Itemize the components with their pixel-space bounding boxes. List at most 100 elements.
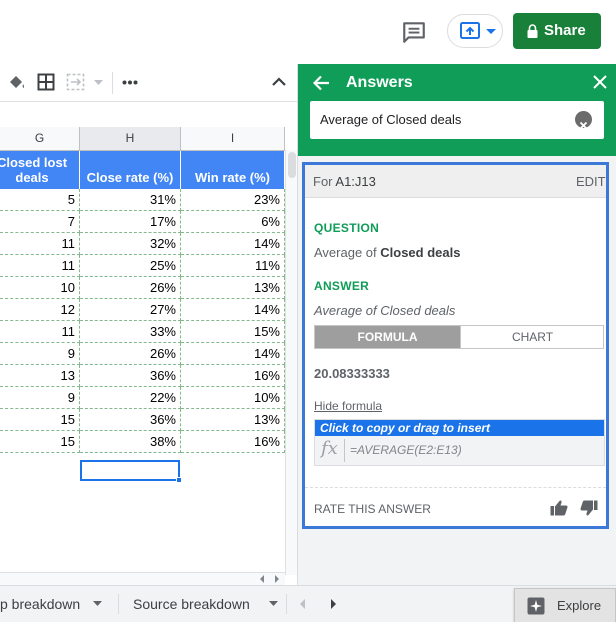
rate-answer-label: RATE THIS ANSWER [314, 502, 431, 516]
question-label: QUESTION [314, 221, 380, 235]
tab-scroll-right-icon[interactable] [330, 599, 337, 609]
clear-query-button[interactable] [575, 111, 592, 130]
table-cell[interactable]: 33% [80, 321, 181, 343]
share-label: Share [544, 22, 586, 39]
table-cell[interactable]: 25% [80, 255, 181, 277]
formula-row[interactable]: fx =AVERAGE(E2:E13) [315, 436, 604, 465]
table-cell[interactable]: 11% [181, 255, 285, 277]
table-cell[interactable]: 22% [80, 387, 181, 409]
header-cell-win-rate[interactable]: Win rate (%) [181, 151, 285, 189]
chevron-down-icon[interactable] [94, 80, 103, 85]
top-bar: Share [0, 0, 616, 64]
table-cell[interactable]: 14% [181, 343, 285, 365]
table-cell[interactable]: 13 [0, 365, 80, 387]
table-cell[interactable]: 7 [0, 211, 80, 233]
chart-tab[interactable]: CHART [460, 326, 604, 348]
tab-divider [286, 594, 287, 614]
table-cell[interactable]: 36% [80, 365, 181, 387]
explore-button[interactable]: Explore [514, 588, 616, 622]
present-icon [460, 22, 480, 39]
collapse-toolbar-icon[interactable] [272, 77, 286, 86]
vertical-scrollbar[interactable] [285, 150, 297, 575]
borders-icon[interactable] [37, 73, 55, 91]
formula-text: =AVERAGE(E2:E13) [350, 443, 462, 457]
fx-divider [344, 439, 345, 462]
merge-cells-icon[interactable] [66, 73, 86, 91]
thumbs-up-icon[interactable] [550, 500, 568, 516]
lock-icon [527, 24, 538, 38]
close-icon[interactable] [593, 75, 607, 89]
scroll-right-icon[interactable] [274, 575, 280, 583]
chevron-down-icon[interactable] [93, 601, 102, 606]
table-cell[interactable]: 15 [0, 431, 80, 453]
thumbs-down-icon[interactable] [580, 500, 598, 516]
table-cell[interactable]: 17% [80, 211, 181, 233]
hide-formula-link[interactable]: Hide formula [314, 399, 382, 413]
table-cell[interactable]: 10 [0, 277, 80, 299]
table-cell[interactable]: 10% [181, 387, 285, 409]
share-button[interactable]: Share [513, 13, 601, 49]
table-cell[interactable]: 27% [80, 299, 181, 321]
table-cell[interactable]: 26% [80, 277, 181, 299]
sheet-tab-source-breakdown[interactable]: Source breakdown [133, 586, 283, 622]
column-header-i[interactable]: I [181, 127, 285, 151]
table-row: 15 36% 13% [0, 409, 285, 431]
insert-hint: Click to copy or drag to insert [315, 420, 604, 436]
answer-label: ANSWER [314, 279, 370, 293]
table-row: 12 27% 14% [0, 299, 285, 321]
table-row: 11 25% 11% [0, 255, 285, 277]
present-button[interactable] [447, 14, 503, 48]
more-options-icon[interactable] [122, 80, 138, 85]
header-cell-close-rate[interactable]: Close rate (%) [80, 151, 181, 189]
horizontal-scrollbar[interactable] [0, 572, 285, 585]
answer-result: 20.08333333 [314, 366, 390, 381]
sheet-tab-breakdown[interactable]: p breakdown [0, 586, 110, 622]
table-cell[interactable]: 23% [181, 189, 285, 211]
table-cell[interactable]: 15% [181, 321, 285, 343]
answers-title: Answers [346, 74, 413, 91]
table-cell[interactable]: 16% [181, 365, 285, 387]
table-cell[interactable]: 11 [0, 233, 80, 255]
table-cell[interactable]: 32% [80, 233, 181, 255]
table-cell[interactable]: 36% [80, 409, 181, 431]
tab-divider [118, 594, 119, 614]
table-cell[interactable]: 5 [0, 189, 80, 211]
chevron-down-icon[interactable] [269, 601, 278, 606]
answers-query-input[interactable]: Average of Closed deals [310, 101, 604, 139]
table-cell[interactable]: 26% [80, 343, 181, 365]
scrollbar-thumb[interactable] [288, 152, 296, 178]
edit-button[interactable]: EDIT [576, 174, 606, 189]
scroll-left-icon[interactable] [259, 575, 265, 583]
table-row: 13 36% 16% [0, 365, 285, 387]
header-cell-closed-lost[interactable]: Closed lost deals [0, 151, 80, 189]
table-cell[interactable]: 13% [181, 277, 285, 299]
formula-insert-box[interactable]: Click to copy or drag to insert fx =AVER… [314, 419, 605, 466]
tab-scroll-left-icon[interactable] [299, 599, 306, 609]
table-cell[interactable]: 16% [181, 431, 285, 453]
table-cell[interactable]: 6% [181, 211, 285, 233]
back-arrow-icon[interactable] [313, 75, 330, 91]
table-cell[interactable]: 12 [0, 299, 80, 321]
table-cell[interactable]: 11 [0, 255, 80, 277]
table-cell[interactable]: 15 [0, 409, 80, 431]
table-cell[interactable]: 9 [0, 343, 80, 365]
table-row: 9 26% 14% [0, 343, 285, 365]
table-cell[interactable]: 9 [0, 387, 80, 409]
table-cell[interactable]: 13% [181, 409, 285, 431]
column-header-h[interactable]: H [80, 127, 181, 151]
table-row: 10 26% 13% [0, 277, 285, 299]
paint-bucket-icon[interactable] [7, 73, 27, 93]
table-row: 5 31% 23% [0, 189, 285, 211]
table-cell[interactable]: 14% [181, 299, 285, 321]
comment-icon[interactable] [401, 19, 427, 45]
spreadsheet-grid[interactable]: G H I Closed lost deals Close rate (%) W… [0, 127, 285, 587]
table-cell[interactable]: 38% [80, 431, 181, 453]
column-header-g[interactable]: G [0, 127, 80, 151]
formula-tab[interactable]: FORMULA [315, 326, 460, 348]
selected-cell[interactable] [80, 460, 180, 481]
table-cell[interactable]: 31% [80, 189, 181, 211]
table-cell[interactable]: 14% [181, 233, 285, 255]
fill-handle[interactable] [176, 477, 182, 483]
fx-icon: fx [321, 438, 338, 459]
table-cell[interactable]: 11 [0, 321, 80, 343]
